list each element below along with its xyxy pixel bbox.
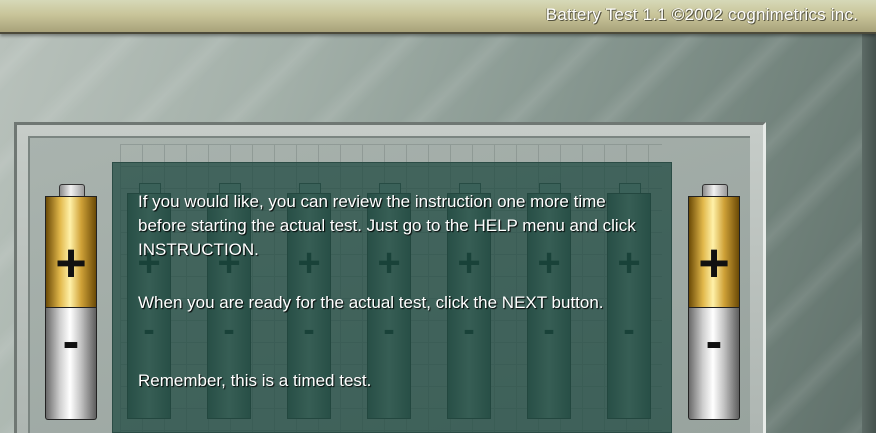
minus-icon: -: [62, 313, 80, 369]
instruction-text-review: If you would like, you can review the in…: [138, 192, 636, 259]
right-edge-shadow: [862, 34, 876, 433]
instruction-text-timed: Remember, this is a timed test.: [138, 371, 372, 390]
plus-icon: +: [55, 233, 87, 293]
app-title: Battery Test 1.1 ©2002 cognimetrics inc.: [545, 5, 858, 24]
instruction-text-next: When you are ready for the actual test, …: [138, 293, 604, 312]
plus-icon: +: [698, 233, 730, 293]
minus-icon: -: [705, 313, 723, 369]
title-bar: Battery Test 1.1 ©2002 cognimetrics inc.: [0, 0, 876, 34]
